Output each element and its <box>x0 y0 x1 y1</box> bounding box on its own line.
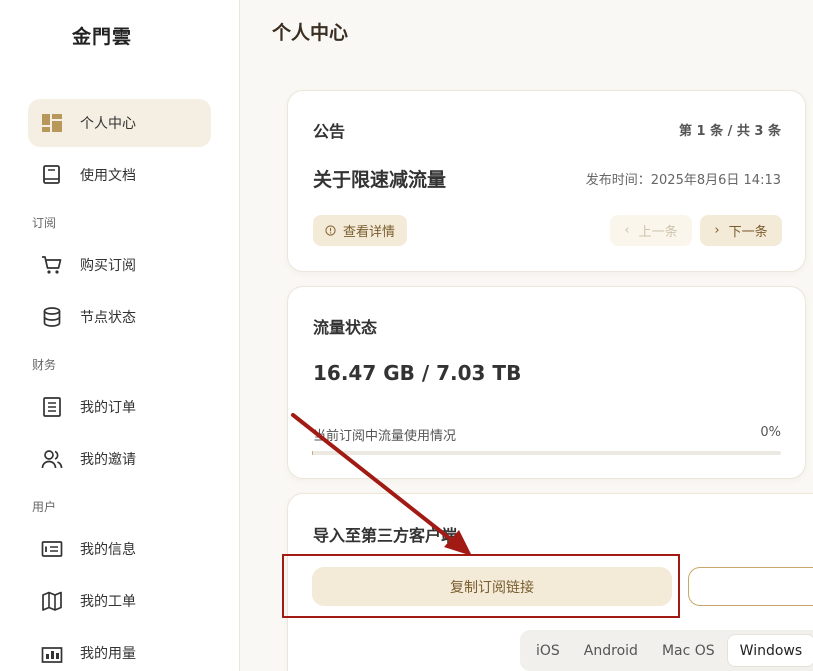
announcement-card: 公告 第 1 条 / 共 3 条 关于限速减流量 发布时间：2025年8月6日 … <box>287 90 806 272</box>
book-icon <box>41 164 63 186</box>
sidebar-section-user: 用户 <box>32 500 57 514</box>
page-title: 个人中心 <box>272 22 349 44</box>
usage-chart-icon <box>41 642 63 664</box>
sidebar-item-my-invites[interactable]: 我的邀请 <box>28 435 211 483</box>
tab-macos[interactable]: Mac OS <box>650 634 727 667</box>
sidebar-item-label: 我的用量 <box>80 646 136 662</box>
traffic-amount: 16.47 GB / 7.03 TB <box>313 361 522 385</box>
sidebar-item-dashboard[interactable]: 个人中心 <box>28 99 211 147</box>
sidebar-item-my-tickets[interactable]: 我的工单 <box>28 577 211 625</box>
info-circle-icon <box>325 225 336 236</box>
sidebar: 金門雲 个人中心 使用文档 订阅 购买订阅 节点状态 财务 我的订单 我的邀请 … <box>0 0 240 671</box>
announcement-title: 公告 <box>313 122 346 141</box>
sidebar-item-buy-subscription[interactable]: 购买订阅 <box>28 241 211 289</box>
sidebar-item-docs[interactable]: 使用文档 <box>28 151 211 199</box>
platform-tabs: iOS Android Mac OS Windows <box>520 630 813 671</box>
traffic-progress-bar <box>312 451 781 455</box>
prev-announcement-button[interactable]: ‹ 上一条 <box>610 215 692 246</box>
sidebar-item-node-status[interactable]: 节点状态 <box>28 293 211 341</box>
sidebar-item-label: 我的工单 <box>80 594 136 610</box>
sidebar-item-label: 个人中心 <box>80 116 136 132</box>
announcement-counter: 第 1 条 / 共 3 条 <box>679 124 781 139</box>
traffic-caption: 当前订阅中流量使用情况 <box>313 429 457 444</box>
traffic-title: 流量状态 <box>313 318 378 337</box>
map-icon <box>41 590 63 612</box>
announcement-publish-time: 发布时间：2025年8月6日 14:13 <box>585 173 781 188</box>
secondary-import-button[interactable] <box>688 567 813 606</box>
sidebar-item-my-orders[interactable]: 我的订单 <box>28 383 211 431</box>
sidebar-item-label: 购买订阅 <box>80 258 136 274</box>
id-card-icon <box>41 538 63 560</box>
tab-android[interactable]: Android <box>572 634 650 667</box>
next-label: 下一条 <box>728 225 768 240</box>
sidebar-section-finance: 财务 <box>32 358 57 372</box>
chevron-left-icon: ‹ <box>624 223 630 238</box>
sidebar-item-label: 节点状态 <box>80 310 136 326</box>
chevron-right-icon: › <box>714 223 720 238</box>
brand-logo[interactable]: 金門雲 <box>72 22 132 49</box>
announcement-headline: 关于限速减流量 <box>313 169 447 191</box>
sidebar-item-label: 我的信息 <box>80 542 136 558</box>
sidebar-section-subscribe: 订阅 <box>32 216 57 230</box>
annotation-highlight-box <box>282 554 680 618</box>
dashboard-icon <box>41 112 63 134</box>
sidebar-item-label: 我的订单 <box>80 400 136 416</box>
tab-ios[interactable]: iOS <box>524 634 572 667</box>
traffic-progress-fill <box>312 451 314 455</box>
traffic-percent: 0% <box>760 425 781 440</box>
sidebar-item-my-info[interactable]: 我的信息 <box>28 525 211 573</box>
prev-label: 上一条 <box>638 225 678 240</box>
next-announcement-button[interactable]: › 下一条 <box>700 215 782 246</box>
order-list-icon <box>41 396 63 418</box>
cart-icon <box>41 254 63 276</box>
tab-windows[interactable]: Windows <box>726 634 813 667</box>
users-icon <box>41 448 63 470</box>
import-title: 导入至第三方客户端 <box>313 526 458 545</box>
view-details-label: 查看详情 <box>342 225 395 240</box>
sidebar-item-my-usage[interactable]: 我的用量 <box>28 629 211 671</box>
database-icon <box>41 306 63 328</box>
sidebar-item-label: 我的邀请 <box>80 452 136 468</box>
view-details-button[interactable]: 查看详情 <box>313 215 407 246</box>
sidebar-item-label: 使用文档 <box>80 168 136 184</box>
